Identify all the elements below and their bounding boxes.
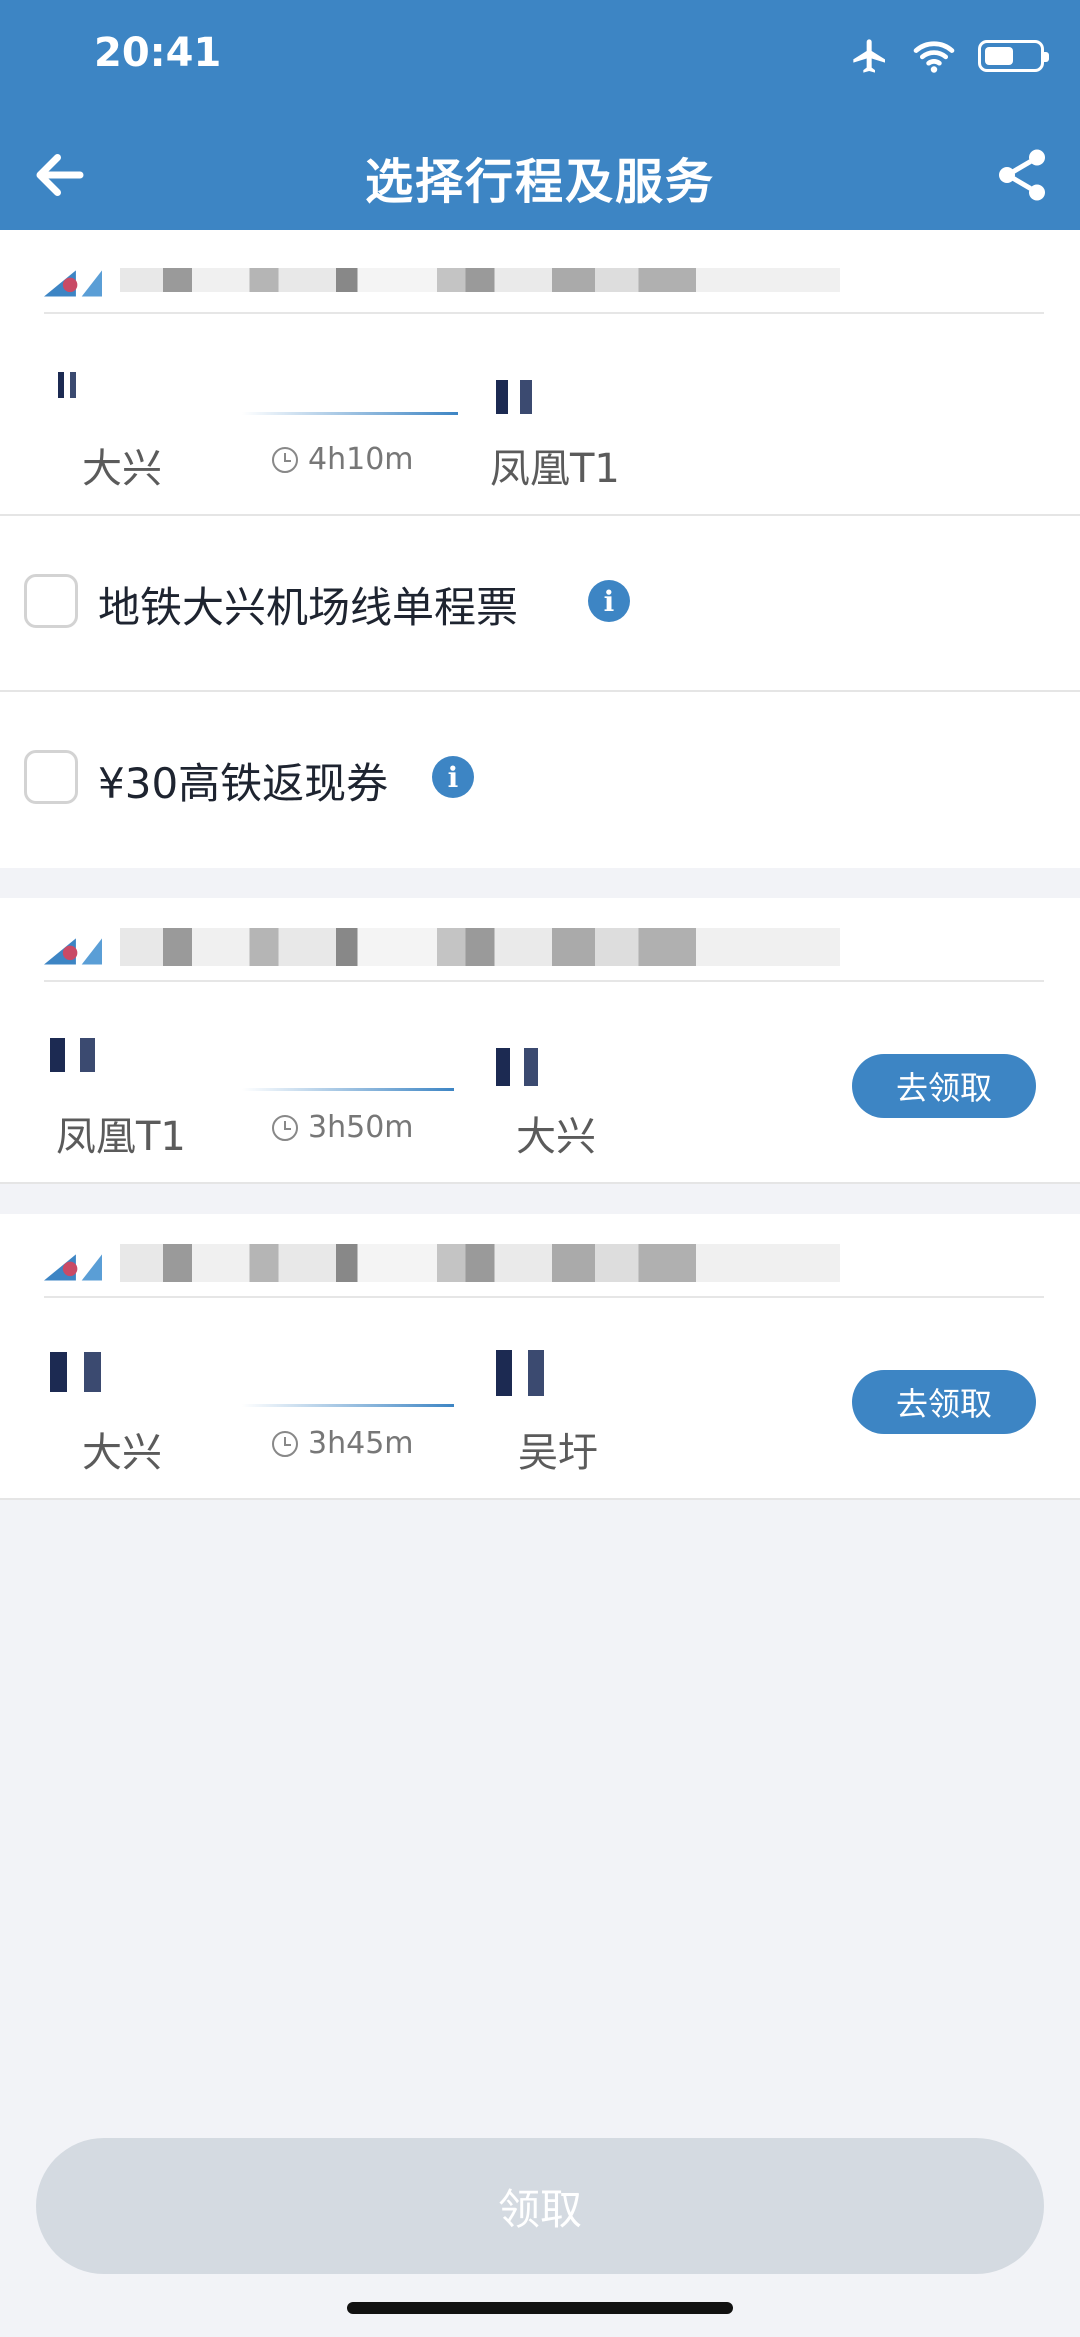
flight-info-obscured <box>120 268 840 292</box>
service-option-rail-voucher[interactable]: ¥30高铁返现券 i <box>0 692 1080 868</box>
service-option-subway[interactable]: 地铁大兴机场线单程票 i <box>0 516 1080 692</box>
battery-icon <box>978 40 1049 72</box>
route-line <box>242 412 458 415</box>
departure-time-obscured <box>50 1352 220 1392</box>
info-icon[interactable]: i <box>432 756 474 798</box>
subway-label: 地铁大兴机场线单程票 <box>98 583 519 632</box>
claim-voucher-button[interactable]: 去领取 <box>852 1370 1036 1434</box>
arrival-city: 凤凰T1 <box>490 446 620 492</box>
airplane-mode-icon <box>853 39 885 73</box>
airline-logo-icon <box>44 938 102 965</box>
trip-card-1[interactable]: 大兴 4h10m 凤凰T1 <box>0 230 1080 516</box>
trip-card-3[interactable]: 大兴 3h45m 吴圩 去领取 <box>0 1214 1080 1500</box>
arrival-time-obscured <box>496 380 616 414</box>
arrival-city: 吴圩 <box>518 1430 598 1476</box>
departure-time-obscured <box>58 372 118 398</box>
flight-duration: 3h45m <box>272 1426 414 1461</box>
claim-button[interactable]: 领取 <box>36 2138 1044 2274</box>
info-icon[interactable]: i <box>588 580 630 622</box>
rail-voucher-checkbox[interactable] <box>24 750 78 804</box>
claim-voucher-button[interactable]: 去领取 <box>852 1054 1036 1118</box>
rail-voucher-label: ¥30高铁返现券 <box>98 759 389 808</box>
page-title: 选择行程及服务 <box>364 154 715 210</box>
subway-checkbox[interactable] <box>24 574 78 628</box>
arrival-time-obscured <box>496 1048 636 1086</box>
departure-time-obscured <box>50 1038 200 1072</box>
trip-card-2[interactable]: 凤凰T1 3h50m 大兴 去领取 <box>0 898 1080 1184</box>
flight-duration: 4h10m <box>272 442 414 477</box>
flight-header <box>44 1236 1044 1298</box>
clock-icon <box>272 1430 298 1457</box>
status-time: 20:41 <box>94 30 222 76</box>
nav-bar: 选择行程及服务 <box>0 120 1080 230</box>
wifi-icon <box>913 41 955 73</box>
flight-header <box>44 920 1044 982</box>
status-icons <box>850 36 1049 76</box>
airline-logo-icon <box>44 270 102 297</box>
flight-duration: 3h50m <box>272 1110 414 1145</box>
departure-city: 大兴 <box>82 1430 162 1476</box>
departure-city: 大兴 <box>82 446 162 492</box>
home-indicator <box>347 2302 733 2314</box>
route-line <box>242 1088 454 1091</box>
clock-icon <box>272 1114 298 1141</box>
flight-info-obscured <box>120 928 840 966</box>
share-icon[interactable] <box>992 142 1052 208</box>
arrival-city: 大兴 <box>516 1114 596 1160</box>
clock-icon <box>272 446 298 473</box>
flight-header <box>44 252 1044 314</box>
status-bar: 20:41 <box>0 0 1080 120</box>
route-line <box>242 1404 454 1407</box>
flight-info-obscured <box>120 1244 840 1282</box>
arrival-time-obscured <box>496 1350 656 1396</box>
departure-city: 凤凰T1 <box>56 1114 186 1160</box>
airline-logo-icon <box>44 1254 102 1281</box>
